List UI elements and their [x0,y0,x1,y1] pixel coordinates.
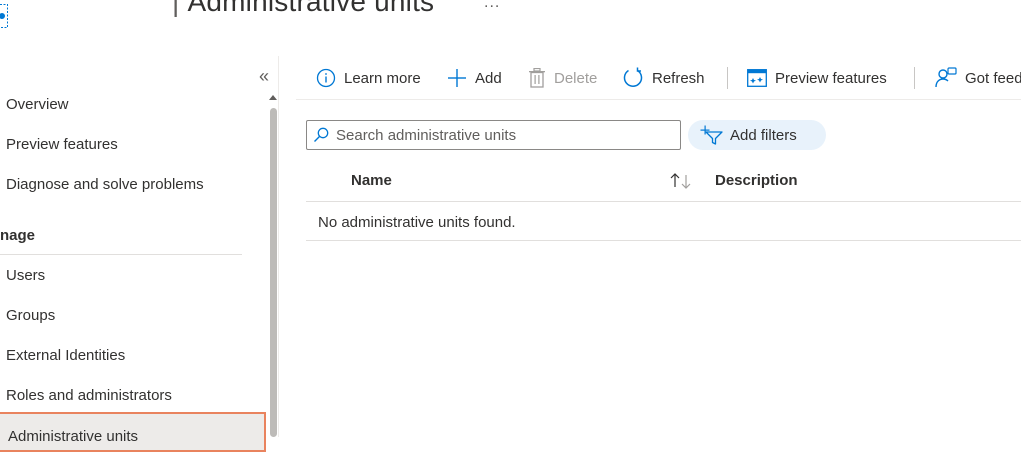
empty-state-message: No administrative units found. [318,214,516,231]
section-divider [0,254,242,255]
add-button[interactable]: Add [447,66,502,90]
search-input[interactable] [336,126,666,144]
sidebar-item-users[interactable]: Users [6,267,45,284]
preview-features-label: Preview features [775,69,887,87]
column-header-description[interactable]: Description [715,172,798,189]
column-header-name[interactable]: Name [351,172,392,189]
search-box[interactable] [306,120,681,150]
refresh-icon [623,67,643,87]
more-options-button[interactable]: ... [484,0,500,12]
refresh-button[interactable]: Refresh [622,66,705,90]
learn-more-label: Learn more [344,69,421,87]
add-filters-button[interactable]: Add filters [688,120,826,150]
sidebar-item-groups[interactable]: Groups [6,307,55,324]
collapse-sidebar-button[interactable]: « [259,66,269,87]
sidebar-item-external-identities[interactable]: External Identities [6,347,125,364]
sidebar-section-manage: nage [0,227,36,244]
page-title-text: Administrative units [187,0,435,17]
sidebar-item-administrative-units[interactable]: Administrative units [0,412,266,452]
sidebar-scrollbar-thumb[interactable] [270,108,277,437]
sidebar-item-preview-features[interactable]: Preview features [6,136,118,153]
sidebar-item-overview[interactable]: Overview [6,96,69,113]
sidebar-item-roles-administrators[interactable]: Roles and administrators [6,387,172,404]
feedback-label: Got feedback? [965,69,1021,87]
table-header-divider [306,201,1021,202]
toolbar-separator [914,67,915,89]
feedback-button[interactable]: Got feedback? [935,66,1021,90]
sidebar-item-diagnose[interactable]: Diagnose and solve problems [6,176,204,193]
learn-more-button[interactable]: Learn more [316,66,421,90]
feedback-person-icon [935,67,957,88]
sidebar-divider [278,56,279,437]
toolbar-divider [296,99,1021,100]
delete-label: Delete [554,69,598,87]
search-icon [314,127,329,142]
add-filters-label: Add filters [730,126,797,144]
page-title: | Administrative units [172,0,434,18]
sort-arrows-icon[interactable] [668,171,694,191]
plus-icon [448,69,466,87]
scroll-up-arrow-icon[interactable] [268,92,278,102]
preview-features-button[interactable]: Preview features [747,66,887,90]
add-label: Add [475,69,502,87]
toolbar-separator [727,67,728,89]
delete-button[interactable]: Delete [528,66,597,90]
directory-logo-icon [0,4,8,28]
add-filter-icon [700,125,723,145]
table-row-divider [306,240,1021,241]
preview-features-icon [747,69,767,87]
trash-icon [529,68,545,88]
info-icon [316,68,336,88]
refresh-label: Refresh [652,69,705,87]
